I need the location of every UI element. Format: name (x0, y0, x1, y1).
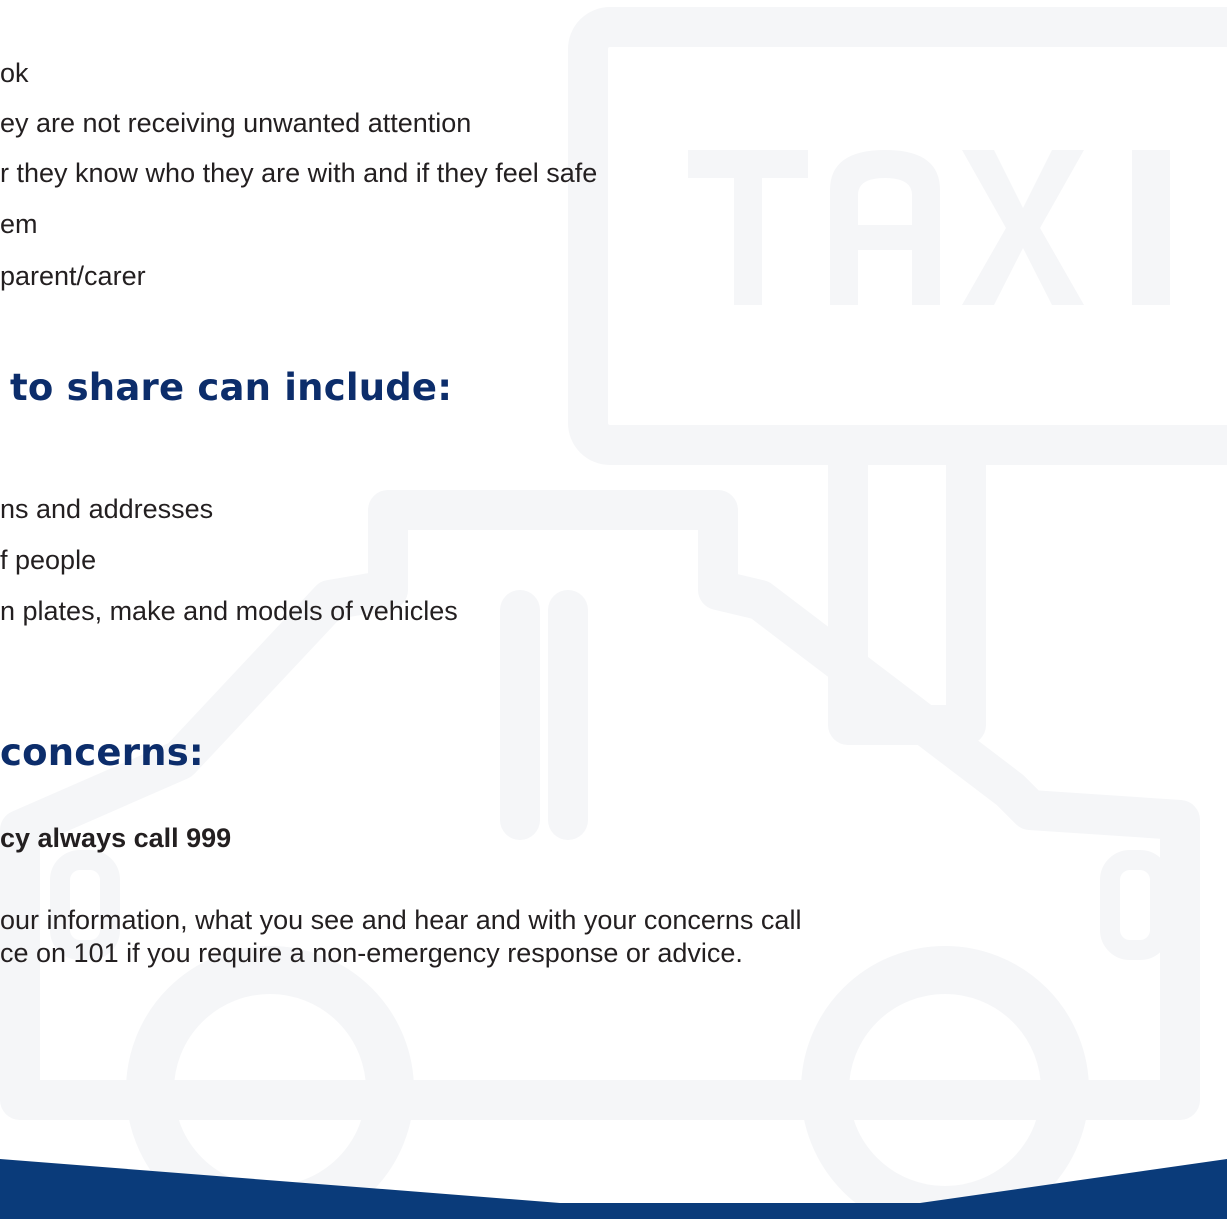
list-item: f people (0, 545, 97, 575)
list-item: n plates, make and models of vehicles (0, 596, 458, 626)
list-item: ey are not receiving unwanted attention (0, 108, 472, 138)
document-page: ok ey are not receiving unwanted attenti… (0, 0, 1227, 1219)
section-heading-share: to share can include: (10, 366, 453, 409)
advice-line: ce on 101 if you require a non-emergency… (0, 938, 743, 968)
list-item: ok (0, 58, 29, 88)
list-item: ns and addresses (0, 494, 214, 524)
document-content: ok ey are not receiving unwanted attenti… (0, 0, 1227, 1219)
advice-line: our information, what you see and hear a… (0, 905, 802, 935)
footer-band (0, 1159, 1227, 1219)
list-item: r they know who they are with and if the… (0, 158, 598, 188)
section-heading-concerns: concerns: (0, 731, 204, 774)
emergency-line: cy always call 999 (0, 823, 232, 853)
list-item: em (0, 209, 38, 239)
list-item: parent/carer (0, 261, 146, 291)
